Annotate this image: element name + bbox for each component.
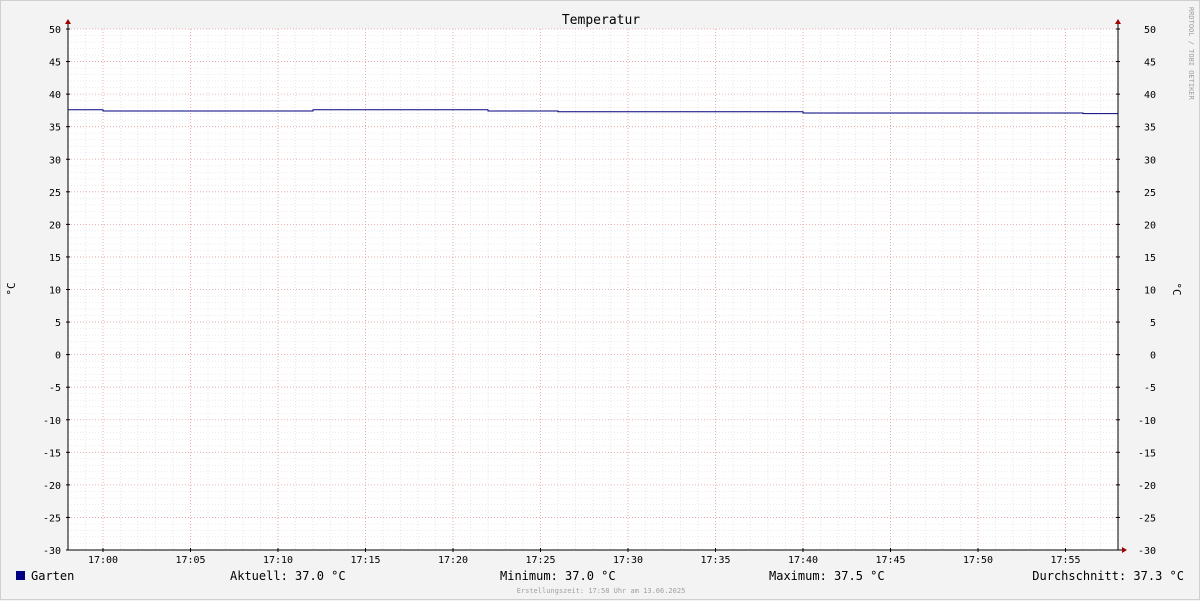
y-tick-label-left: -5 — [49, 383, 61, 394]
x-tick-label: 17:55 — [1050, 555, 1080, 566]
y-axis-right-arrow — [1115, 19, 1121, 24]
x-tick-label: 17:00 — [88, 555, 118, 566]
y-tick-label-left: 30 — [49, 155, 61, 166]
x-tick-label: 17:45 — [875, 555, 905, 566]
y-tick-label-left: 45 — [49, 58, 61, 69]
legend-average: Durchschnitt: 37.3 °C — [1032, 569, 1184, 583]
x-tick-label: 17:35 — [700, 555, 730, 566]
y-tick-label-right: -10 — [1138, 416, 1156, 427]
y-tick-label-right: -20 — [1138, 481, 1156, 492]
y-tick-label-left: -30 — [43, 546, 61, 557]
x-tick-label: 17:10 — [263, 555, 293, 566]
legend-maximum: Maximum: 37.5 °C — [769, 569, 885, 583]
y-tick-label-left: 35 — [49, 123, 61, 134]
x-tick-label: 17:20 — [438, 555, 468, 566]
y-tick-label-left: -10 — [43, 416, 61, 427]
y-tick-label-right: 50 — [1144, 25, 1156, 36]
y-tick-label-left: 5 — [55, 318, 61, 329]
x-tick-label: 17:15 — [350, 555, 380, 566]
temperature-chart: 50 5045 4540 4035 3530 3025 2520 2015 1510 105 50 0… — [5, 7, 1195, 595]
y-tick-label-right: -5 — [1144, 383, 1156, 394]
y-tick-label-right: 25 — [1144, 188, 1156, 199]
x-tick-label: 17:40 — [788, 555, 818, 566]
y-tick-label-right: 15 — [1144, 253, 1156, 264]
x-axis-arrow — [1122, 547, 1127, 553]
y-tick-label-right: 20 — [1144, 220, 1156, 231]
y-tick-label-right: -25 — [1138, 513, 1156, 524]
y-tick-label-right: -15 — [1138, 448, 1156, 459]
legend-series-label: Garten — [31, 569, 74, 583]
creation-time: Erstellungszeit: 17:58 Uhr am 13.06.2025 — [517, 587, 686, 595]
chart-title: Temperatur — [562, 13, 640, 28]
x-tick-label: 17:50 — [963, 555, 993, 566]
x-tick-label: 17:25 — [525, 555, 555, 566]
y-tick-label-right: 40 — [1144, 90, 1156, 101]
y-tick-label-left: 10 — [49, 286, 61, 297]
y-tick-label-right: 10 — [1144, 286, 1156, 297]
chart-frame: 50 50 45 45 40 40 35 35 30 30 25 25 20 20 15 15 10 10 5 5 0 0… — [0, 0, 1200, 600]
y-tick-label-left: -25 — [43, 513, 61, 524]
legend-minimum: Minimum: 37.0 °C — [500, 569, 616, 583]
y-tick-label-left: -20 — [43, 481, 61, 492]
watermark: RRDTOOL / TOBI OETIKER — [1187, 7, 1195, 101]
y-tick-label-left: 50 — [49, 25, 61, 36]
legend-swatch — [16, 571, 25, 580]
y-tick-label-left: 25 — [49, 188, 61, 199]
y-axis-left-arrow — [65, 19, 71, 24]
y-tick-label-right: 5 — [1150, 318, 1156, 329]
x-tick-label: 17:30 — [613, 555, 643, 566]
y-tick-label-right: -30 — [1138, 546, 1156, 557]
legend-current: Aktuell: 37.0 °C — [230, 569, 346, 583]
y-tick-label-right: 45 — [1144, 58, 1156, 69]
y-axis-label-left: °C — [5, 282, 18, 295]
y-tick-label-left: 20 — [49, 220, 61, 231]
y-tick-label-left: -15 — [43, 448, 61, 459]
y-tick-label-right: 35 — [1144, 123, 1156, 134]
y-tick-label-left: 15 — [49, 253, 61, 264]
y-axis-label-right: °C — [1170, 282, 1183, 295]
y-tick-label-right: 0 — [1150, 351, 1156, 362]
y-tick-label-right: 30 — [1144, 155, 1156, 166]
y-tick-label-left: 40 — [49, 90, 61, 101]
y-tick-label-left: 0 — [55, 351, 61, 362]
x-tick-label: 17:05 — [175, 555, 205, 566]
grid — [67, 28, 1119, 551]
